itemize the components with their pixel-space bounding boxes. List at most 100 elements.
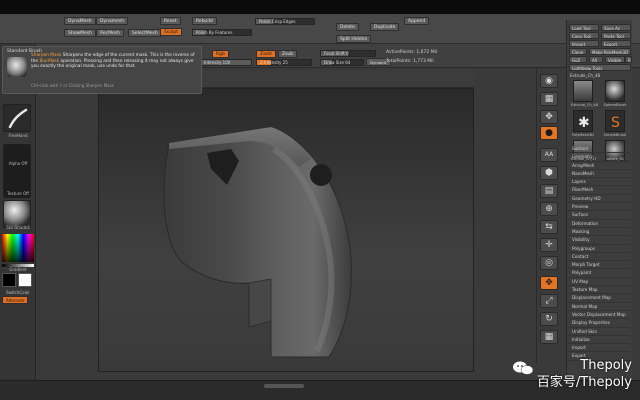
alpha-thumbnail[interactable] xyxy=(3,144,31,172)
load-tool-button[interactable]: Load Tool xyxy=(569,24,599,31)
menu-subtool[interactable]: Subtool xyxy=(568,145,630,154)
tool-thumb-simplebrush[interactable]: S xyxy=(605,110,625,132)
menu-fibermesh[interactable]: FiberMesh xyxy=(568,186,630,195)
menu-preview[interactable]: Preview xyxy=(568,203,630,212)
append-button[interactable]: Append xyxy=(404,17,430,25)
menu-polypaint[interactable]: Polypaint xyxy=(568,269,630,278)
material-thumbnail[interactable] xyxy=(3,200,31,228)
menu-initialize[interactable]: Initialize xyxy=(568,336,630,345)
dynamesh-button[interactable]: DynaMesh xyxy=(64,17,96,25)
xyz-button[interactable]: ✛ xyxy=(540,238,558,252)
menu-texture-map[interactable]: Texture Map xyxy=(568,286,630,295)
menu-morph-target[interactable]: Morph Target xyxy=(568,261,630,270)
zoom-button[interactable]: ● xyxy=(540,126,558,140)
menu-arraymesh[interactable]: ArrayMesh xyxy=(568,162,630,170)
zadd-button[interactable]: Zadd xyxy=(256,50,276,58)
menu-deformation[interactable]: Deformation xyxy=(568,220,630,228)
watermark-source: 百家号/Thepoly xyxy=(536,375,632,390)
menu-masking[interactable]: Masking xyxy=(568,228,630,237)
zbrush-window: DynaMesh Dynamesh ShowMesh RecMesh Selec… xyxy=(0,0,640,400)
visible-button[interactable]: Visible xyxy=(605,56,625,63)
z-intensity-slider[interactable]: Z Intensity 25 xyxy=(256,59,312,66)
left-shelf: Standard FreeHand Alpha Off Texture Off … xyxy=(0,44,36,380)
dynamesh-toggle[interactable]: Dynamesh xyxy=(96,17,129,25)
menu-visibility[interactable]: Visibility xyxy=(568,236,630,245)
canvas-viewport[interactable] xyxy=(98,88,474,372)
local-button[interactable]: ⊕ xyxy=(540,202,558,216)
duplicate-button[interactable]: Duplicate xyxy=(370,23,400,31)
menu-import[interactable]: Import xyxy=(568,344,630,353)
make-polymesh-button[interactable]: Make PolyMesh3D xyxy=(589,48,631,55)
import-button[interactable]: Import xyxy=(569,40,599,47)
persp-button[interactable]: ⬢ xyxy=(540,166,558,180)
menu-polygroups[interactable]: Polygroups xyxy=(568,245,630,253)
stroke-thumbnail[interactable] xyxy=(3,104,31,132)
actual-button[interactable]: AA xyxy=(540,148,558,162)
frame-button[interactable]: ◎ xyxy=(540,256,558,270)
export-button[interactable]: Export xyxy=(601,40,631,47)
move-button[interactable]: ✥ xyxy=(540,276,558,290)
menu-geometry-hd[interactable]: Geometry HD xyxy=(568,195,630,204)
focal-shift-slider[interactable]: Focal Shift 0 xyxy=(320,50,376,57)
sharpen-mask-tooltip: Standard Brush Sharpen Mask Sharpens the… xyxy=(2,46,202,94)
polish-crisp-edges-slider[interactable]: Polish Crisp Edges xyxy=(255,18,315,25)
menu-contact[interactable]: Contact xyxy=(568,253,630,262)
delete-button[interactable]: Delete xyxy=(336,23,359,31)
floor-button[interactable]: ▤ xyxy=(540,184,558,198)
tool-thumb-extrude[interactable] xyxy=(573,80,593,102)
z-intensity-label: Z Intensity 25 xyxy=(260,60,288,65)
recmesh-button[interactable]: RecMesh xyxy=(96,29,125,37)
menu-displacement-map[interactable]: Displacement Map xyxy=(568,294,630,303)
timeline-handle[interactable] xyxy=(264,384,304,388)
alternate-button[interactable]: Alternate xyxy=(2,296,29,304)
r-button[interactable]: R xyxy=(625,56,632,63)
zsub-button[interactable]: Zsub xyxy=(278,50,298,58)
sculpt-mode-button[interactable]: Sculpt xyxy=(160,28,183,36)
active-points-readout: ActivePoints: 1,672 Mil xyxy=(386,50,438,55)
scroll-button[interactable]: ✥ xyxy=(540,110,558,124)
rgb-button[interactable]: Rgb xyxy=(212,50,229,58)
secondary-color-swatch[interactable] xyxy=(18,273,32,287)
rgb-intensity-slider[interactable]: Intensity 100 xyxy=(200,59,252,66)
showmesh-button[interactable]: ShowMesh xyxy=(64,29,96,37)
texture-caption: Texture Off xyxy=(7,191,29,196)
copy-tool-button[interactable]: Copy Tool xyxy=(569,32,599,39)
menu-surface[interactable]: Surface xyxy=(568,211,630,220)
menu-display-properties[interactable]: Display Properties xyxy=(568,319,630,328)
tool-thumb-polymesh[interactable]: ✱ xyxy=(573,110,593,132)
rotate-button[interactable]: ↻ xyxy=(540,312,558,326)
tool-thumb-sphere[interactable] xyxy=(605,80,625,102)
tooltip-brush-thumb xyxy=(7,57,27,77)
clone-button[interactable]: Clone xyxy=(569,48,587,55)
menu-unified-skin[interactable]: Unified Skin xyxy=(568,328,630,336)
spix-button[interactable]: ▦ xyxy=(540,92,558,106)
bpr-button[interactable]: ◉ xyxy=(540,74,558,88)
polyf-button[interactable]: ▦ xyxy=(540,330,558,344)
polish-by-features-slider[interactable]: Polish By Features xyxy=(192,29,252,36)
all-button[interactable]: All xyxy=(589,56,603,63)
draw-size-slider[interactable]: Draw Size 64 xyxy=(320,59,364,66)
scale-button[interactable]: ⤢ xyxy=(540,294,558,308)
goz-button[interactable]: GoZ xyxy=(569,56,587,63)
paste-tool-button[interactable]: Paste Tool xyxy=(601,32,631,39)
lsym-button[interactable]: ⇆ xyxy=(540,220,558,234)
main-color-swatch[interactable] xyxy=(2,273,16,287)
reset-button[interactable]: Reset xyxy=(160,17,181,25)
color-picker-hue[interactable] xyxy=(2,234,34,262)
save-as-button[interactable]: Save As xyxy=(601,24,631,31)
switch-color-caption[interactable]: SwitchColor xyxy=(1,290,35,295)
selectmesh-button[interactable]: SelectMesh xyxy=(128,29,162,37)
wechat-icon xyxy=(513,361,534,375)
lightbox-tools-button[interactable]: Lightbox▸ Tools xyxy=(569,64,631,71)
rebuild-button[interactable]: Rebuild xyxy=(192,17,217,25)
menu-nanomesh[interactable]: NanoMesh xyxy=(568,170,630,179)
menu-normal-map[interactable]: Normal Map xyxy=(568,303,630,311)
menu-geometry[interactable]: Geometry xyxy=(568,153,630,162)
s-brush-icon: S xyxy=(611,115,620,131)
focal-shift-label: Focal Shift 0 xyxy=(324,51,349,56)
menu-uv-map[interactable]: UV Map xyxy=(568,278,630,287)
split-hidden-button[interactable]: Split Hidden xyxy=(336,35,372,43)
watermark-brand: Thepoly xyxy=(580,358,632,373)
menu-vector-displacement-map[interactable]: Vector Displacement Map xyxy=(568,311,630,320)
menu-layers[interactable]: Layers xyxy=(568,178,630,187)
